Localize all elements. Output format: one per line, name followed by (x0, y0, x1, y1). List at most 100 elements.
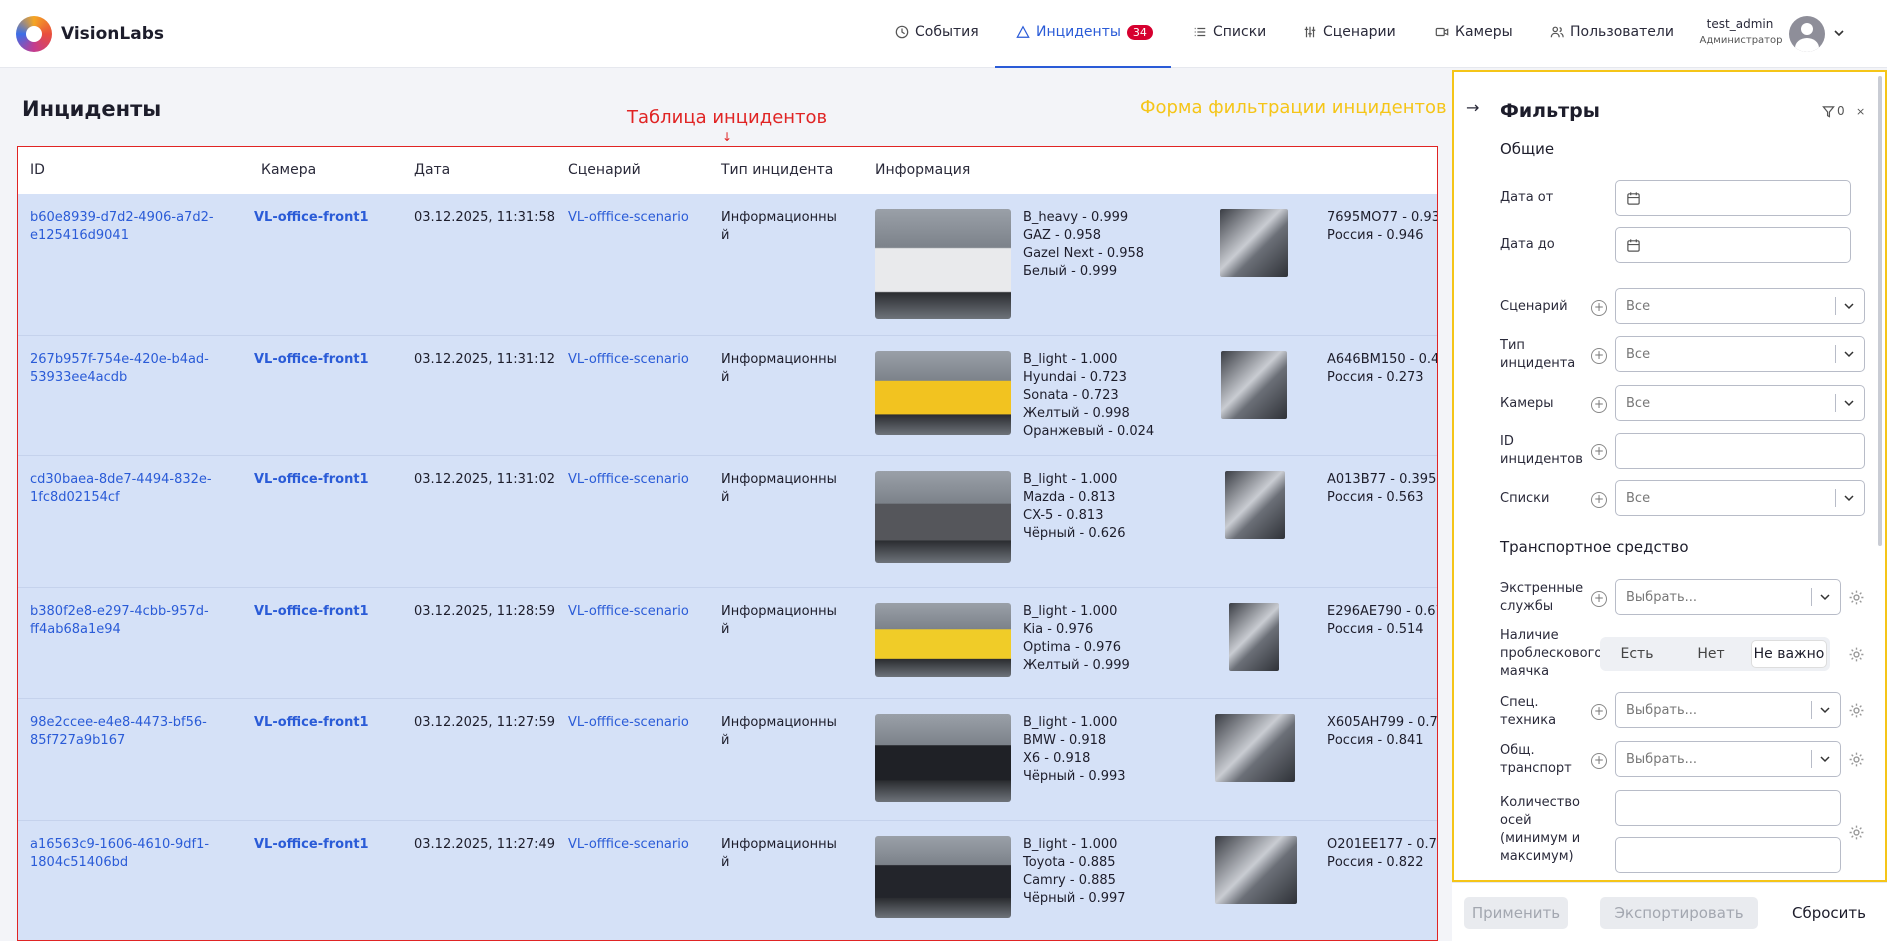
vehicle-image[interactable] (875, 471, 1011, 563)
filter-panel: → Фильтры 0 × Общие Дата от Дата до Сцен… (1452, 70, 1887, 882)
incident-id-link[interactable]: a16563c9-1606-4610-9df1-1804c51406bd (30, 836, 230, 872)
table-row[interactable]: b380f2e8-e297-4cbb-957d-ff4ab68a1e94 VL-o… (18, 588, 1437, 699)
camera-icon (1435, 27, 1449, 37)
beacon-option-any[interactable]: Не важно (1751, 640, 1827, 668)
date-from-field[interactable] (1615, 180, 1851, 216)
scenario-link[interactable]: VL-offfice-scenario (568, 209, 689, 227)
table-row[interactable]: cd30baea-8de7-4494-832e-1fc8d02154cf VL-o… (18, 456, 1437, 588)
attribute-line: CX-5 - 0.813 (1023, 508, 1104, 523)
table-row[interactable]: a16563c9-1606-4610-9df1-1804c51406bd VL-o… (18, 821, 1437, 940)
add-circle-icon[interactable]: + (1591, 300, 1607, 316)
nav-incidents[interactable]: Инциденты 34 (1016, 24, 1153, 40)
column-header-date[interactable]: Дата (414, 162, 450, 178)
plate-image[interactable] (1225, 471, 1285, 539)
scenario-link[interactable]: VL-offfice-scenario (568, 603, 689, 621)
annotation-arrow: ↓ (722, 130, 733, 144)
chevron-down-icon (1844, 303, 1854, 310)
plate-image[interactable] (1221, 351, 1287, 419)
vehicle-attributes: B_light - 1.000 Hyundai - 0.723 Sonata - 0… (1023, 351, 1154, 441)
column-header-camera[interactable]: Камера (261, 162, 316, 178)
gear-icon[interactable] (1848, 589, 1865, 606)
plate-image[interactable] (1220, 209, 1288, 277)
nav-cameras[interactable]: Камеры (1435, 24, 1513, 40)
attribute-line: Gazel Next - 0.958 (1023, 246, 1145, 261)
incidents-count-badge: 34 (1126, 24, 1153, 40)
camera-link[interactable]: VL-office-front1 (254, 603, 369, 621)
gear-icon[interactable] (1848, 751, 1865, 768)
table-row[interactable]: 267b957f-754e-420e-b4ad-53933ee4acdb VL-o… (18, 336, 1437, 456)
gear-icon[interactable] (1848, 824, 1865, 841)
vehicle-image[interactable] (875, 714, 1011, 802)
special-select[interactable]: Выбрать... (1615, 692, 1841, 728)
lists-select-value: Все (1626, 490, 1651, 506)
axles-min-input[interactable] (1615, 790, 1841, 826)
add-circle-icon[interactable]: + (1591, 444, 1607, 460)
add-circle-icon[interactable]: + (1591, 591, 1607, 607)
camera-link[interactable]: VL-office-front1 (254, 714, 369, 732)
camera-link[interactable]: VL-office-front1 (254, 351, 369, 369)
camera-link[interactable]: VL-office-front1 (254, 471, 369, 489)
incident-id-link[interactable]: cd30baea-8de7-4494-832e-1fc8d02154cf (30, 471, 230, 507)
date-to-field[interactable] (1615, 227, 1851, 263)
export-button[interactable]: Экспортировать (1600, 897, 1758, 929)
table-row[interactable]: b60e8939-d7d2-4906-a7d2-e125416d9041 VL-o… (18, 194, 1437, 336)
nav-scenarios[interactable]: Сценарии (1303, 24, 1396, 40)
axles-max-input[interactable] (1615, 837, 1841, 873)
table-row[interactable]: 98e2ccee-e4e8-4473-bf56-85f727a9b167 VL-o… (18, 699, 1437, 821)
beacon-option-yes[interactable]: Есть (1600, 637, 1674, 671)
cameras-select[interactable]: Все (1615, 385, 1865, 421)
scenario-link[interactable]: VL-offfice-scenario (568, 836, 689, 854)
collapse-arrow-icon[interactable]: → (1466, 98, 1479, 117)
column-header-scenario[interactable]: Сценарий (568, 162, 641, 178)
vehicle-image[interactable] (875, 603, 1011, 677)
public-select[interactable]: Выбрать... (1615, 741, 1841, 777)
vehicle-attributes: B_light - 1.000 Mazda - 0.813 CX-5 - 0.813… (1023, 471, 1126, 543)
gear-icon[interactable] (1848, 646, 1865, 663)
apply-button[interactable]: Применить (1464, 897, 1568, 929)
add-circle-icon[interactable]: + (1591, 348, 1607, 364)
add-circle-icon[interactable]: + (1591, 397, 1607, 413)
plate-country: Россия - 0.841 (1327, 733, 1424, 748)
incident-id-link[interactable]: b380f2e8-e297-4cbb-957d-ff4ab68a1e94 (30, 603, 230, 639)
chevron-down-icon (1844, 495, 1854, 502)
incident-type-select[interactable]: Все (1615, 336, 1865, 372)
clear-filters-icon[interactable]: × (1856, 105, 1865, 118)
lists-select[interactable]: Все (1615, 480, 1865, 516)
scenario-link[interactable]: VL-offfice-scenario (568, 351, 689, 369)
camera-link[interactable]: VL-office-front1 (254, 209, 369, 227)
nav-users[interactable]: Пользователи (1550, 24, 1674, 40)
add-circle-icon[interactable]: + (1591, 753, 1607, 769)
camera-link[interactable]: VL-office-front1 (254, 836, 369, 854)
vehicle-image[interactable] (875, 836, 1011, 918)
calendar-icon (1627, 191, 1640, 205)
vehicle-image[interactable] (875, 209, 1011, 319)
visionlabs-logo[interactable] (16, 16, 52, 52)
column-header-info: Информация (875, 162, 971, 178)
scenario-link[interactable]: VL-offfice-scenario (568, 471, 689, 489)
plate-image[interactable] (1215, 714, 1295, 782)
incident-id-link[interactable]: b60e8939-d7d2-4906-a7d2-e125416d9041 (30, 209, 230, 245)
plate-image[interactable] (1215, 836, 1297, 904)
emergency-select[interactable]: Выбрать... (1615, 579, 1841, 615)
column-header-type[interactable]: Тип инцидента (721, 162, 833, 178)
incident-id-link[interactable]: 267b957f-754e-420e-b4ad-53933ee4acdb (30, 351, 230, 387)
filter-scrollbar[interactable] (1878, 76, 1882, 546)
column-header-id[interactable]: ID (30, 162, 45, 178)
chevron-down-icon[interactable] (1832, 26, 1846, 40)
beacon-option-no[interactable]: Нет (1674, 637, 1748, 671)
plate-image[interactable] (1229, 603, 1279, 671)
incident-id-link[interactable]: 98e2ccee-e4e8-4473-bf56-85f727a9b167 (30, 714, 230, 750)
add-circle-icon[interactable]: + (1591, 704, 1607, 720)
avatar[interactable] (1789, 16, 1825, 52)
nav-events[interactable]: События (895, 24, 979, 40)
gear-icon[interactable] (1848, 702, 1865, 719)
nav-lists[interactable]: Списки (1193, 24, 1266, 40)
scenario-link[interactable]: VL-offfice-scenario (568, 714, 689, 732)
incident-ids-input[interactable] (1615, 433, 1865, 469)
add-circle-icon[interactable]: + (1591, 492, 1607, 508)
vehicle-image[interactable] (875, 351, 1011, 435)
label-axles: Количество осей (минимум и максимум) (1500, 795, 1581, 864)
scenario-select[interactable]: Все (1615, 288, 1865, 324)
active-tab-underline (995, 66, 1171, 68)
reset-button[interactable]: Сбросить (1779, 897, 1879, 929)
